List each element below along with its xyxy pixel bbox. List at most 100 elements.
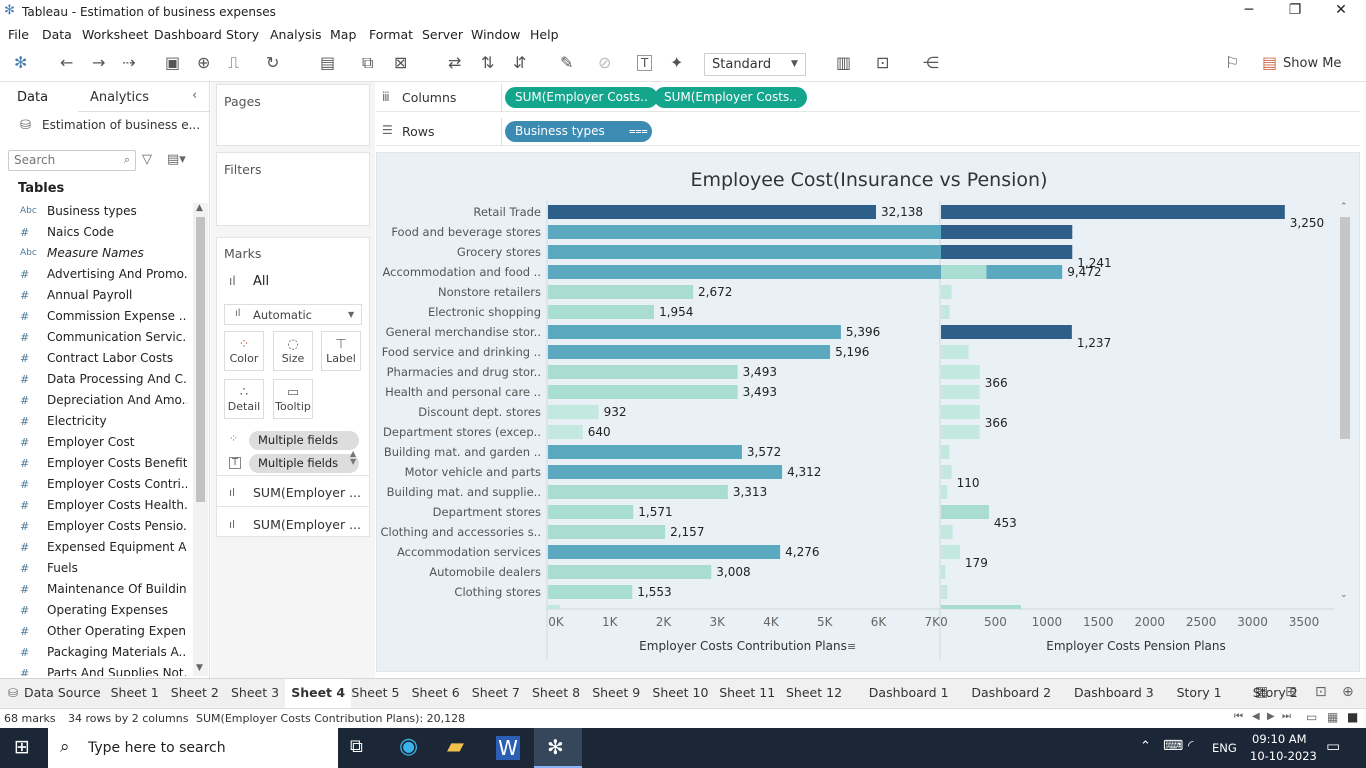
- bar-pension[interactable]: [941, 225, 1073, 239]
- field-item[interactable]: Abc Measure Names: [0, 243, 192, 264]
- language-indicator[interactable]: ENG: [1212, 741, 1237, 755]
- tab-sheet-2[interactable]: Sheet 2: [171, 685, 219, 700]
- redo-dropdown-icon[interactable]: ⇢: [122, 55, 135, 71]
- notifications-icon[interactable]: ▭: [1326, 739, 1340, 754]
- mark-shelf-sum-2[interactable]: SUM(Employer ...: [253, 517, 361, 532]
- group-icon[interactable]: ⊘: [598, 55, 611, 71]
- collapse-pane-icon[interactable]: ‹: [192, 89, 197, 102]
- bar-contribution[interactable]: [548, 325, 841, 339]
- file-explorer-icon[interactable]: ▰: [447, 736, 464, 758]
- field-item[interactable]: # Parts And Supplies Not...: [0, 663, 192, 676]
- menu-worksheet[interactable]: Worksheet: [82, 27, 148, 42]
- task-view-icon[interactable]: ⧉: [350, 738, 363, 756]
- bar-pension[interactable]: [941, 545, 960, 559]
- field-item[interactable]: # Advertising And Promo...: [0, 264, 192, 285]
- field-item[interactable]: # Data Processing And C...: [0, 369, 192, 390]
- bar-pension[interactable]: [941, 445, 950, 459]
- field-item[interactable]: # Other Operating Expen...: [0, 621, 192, 642]
- next-sheet-icon[interactable]: ▶: [1267, 712, 1275, 722]
- scroll-thumb[interactable]: [196, 217, 205, 502]
- sort-indicator-icon[interactable]: ≡: [847, 640, 856, 653]
- tab-analytics[interactable]: Analytics: [90, 90, 149, 105]
- tab-sheet-12[interactable]: Sheet 12: [786, 685, 842, 700]
- pill-scroll-icon[interactable]: ▲ ▼: [350, 450, 356, 466]
- tab-sheet-1[interactable]: Sheet 1: [111, 685, 159, 700]
- fit-dropdown[interactable]: Standard ▼: [704, 53, 806, 76]
- field-item[interactable]: # Maintenance Of Buildin...: [0, 579, 192, 600]
- add-sheet-icon[interactable]: ⊕: [1342, 685, 1354, 699]
- clear-sheet-icon[interactable]: ⊠: [394, 55, 407, 71]
- bar-contribution[interactable]: [548, 245, 948, 259]
- field-item[interactable]: # Employer Costs Pensio...: [0, 516, 192, 537]
- bar-pension[interactable]: [941, 305, 950, 319]
- search-box[interactable]: ⌕: [8, 150, 136, 171]
- format-painter-icon[interactable]: ⚐: [1225, 55, 1239, 71]
- minimize-button[interactable]: ─: [1229, 2, 1269, 22]
- bar-pension[interactable]: [941, 325, 1072, 339]
- bar-pension[interactable]: [941, 265, 987, 279]
- field-item[interactable]: # Operating Expenses: [0, 600, 192, 621]
- search-input[interactable]: [9, 151, 109, 169]
- field-item[interactable]: # Annual Payroll: [0, 285, 192, 306]
- rows-shelf[interactable]: ☰ Rows Business types ⩶: [376, 118, 1360, 146]
- pause-updates-icon[interactable]: ⎍: [228, 55, 239, 71]
- save-icon[interactable]: ▣: [165, 55, 180, 71]
- bar-pension[interactable]: [941, 345, 969, 359]
- tab-sheet-8[interactable]: Sheet 8: [532, 685, 580, 700]
- bar-contribution[interactable]: [548, 345, 831, 359]
- network-icon[interactable]: ⌨: [1163, 739, 1183, 753]
- word-icon[interactable]: W: [496, 736, 520, 760]
- bar-contribution[interactable]: [548, 585, 633, 599]
- bar-pension[interactable]: [941, 505, 989, 519]
- menu-help[interactable]: Help: [530, 27, 559, 42]
- clock-time[interactable]: 09:10 AM: [1252, 732, 1307, 746]
- bar-pension[interactable]: [941, 245, 1073, 259]
- bar-contribution[interactable]: [548, 525, 666, 539]
- tab-sheet-7[interactable]: Sheet 7: [472, 685, 520, 700]
- bar-pension[interactable]: [941, 425, 980, 439]
- size-button[interactable]: ◌ Size: [273, 331, 313, 371]
- new-worksheet-icon[interactable]: ▤: [320, 55, 335, 71]
- sort-descending-icon[interactable]: ⇵: [513, 55, 526, 71]
- column-pill-contribution[interactable]: SUM(Employer Costs..: [505, 87, 658, 108]
- bar-pension[interactable]: [941, 585, 948, 599]
- bar-pension[interactable]: [941, 405, 980, 419]
- edge-icon[interactable]: ◉: [399, 736, 418, 758]
- tableau-taskbar-item[interactable]: ✻: [534, 728, 582, 768]
- maximize-button[interactable]: ❐: [1275, 2, 1315, 22]
- grid-view-icon[interactable]: ▦: [1327, 711, 1338, 723]
- filmstrip-icon[interactable]: ▭: [1306, 711, 1317, 723]
- view-options-icon[interactable]: ▤▾: [167, 153, 186, 166]
- viz-scroll-thumb[interactable]: [1340, 217, 1350, 439]
- bar-pension[interactable]: [941, 465, 952, 479]
- scroll-up-icon[interactable]: ▲: [196, 204, 203, 213]
- tab-story-1[interactable]: Story 1: [1177, 685, 1222, 700]
- bar-pension[interactable]: [941, 365, 980, 379]
- tab-dashboard-1[interactable]: Dashboard 1: [869, 685, 949, 700]
- bar-contribution[interactable]: [548, 365, 738, 379]
- bar-contribution[interactable]: [548, 425, 583, 439]
- menu-story[interactable]: Story: [226, 27, 259, 42]
- bar-pension[interactable]: [941, 605, 1021, 609]
- scroll-down-icon[interactable]: ▼: [196, 664, 203, 673]
- field-item[interactable]: # Commission Expense ...: [0, 306, 192, 327]
- field-item[interactable]: # Employer Cost: [0, 432, 192, 453]
- bar-contribution[interactable]: [548, 285, 694, 299]
- show-labels-icon[interactable]: T: [637, 55, 653, 71]
- duplicate-sheet-icon[interactable]: ⧉: [362, 55, 373, 71]
- scroll-down-icon[interactable]: ⌄: [1340, 591, 1348, 600]
- mark-shelf-sum-1[interactable]: SUM(Employer ...: [253, 485, 361, 500]
- menu-file[interactable]: File: [8, 27, 29, 42]
- field-item[interactable]: # Packaging Materials A...: [0, 642, 192, 663]
- show-me-icon[interactable]: ▤: [1262, 55, 1277, 71]
- list-view-icon[interactable]: ■: [1347, 711, 1358, 723]
- label-field-pill[interactable]: Multiple fields: [249, 454, 359, 473]
- color-field-pill[interactable]: Multiple fields: [249, 431, 359, 450]
- menu-data[interactable]: Data: [42, 27, 72, 42]
- refresh-icon[interactable]: ↻: [266, 55, 279, 71]
- new-datasource-icon[interactable]: ⊕: [197, 55, 210, 71]
- color-button[interactable]: ⁘ Color: [224, 331, 264, 371]
- bar-contribution[interactable]: [548, 565, 712, 579]
- filter-icon[interactable]: ▽: [142, 153, 152, 166]
- clock-date[interactable]: 10-10-2023: [1250, 749, 1317, 763]
